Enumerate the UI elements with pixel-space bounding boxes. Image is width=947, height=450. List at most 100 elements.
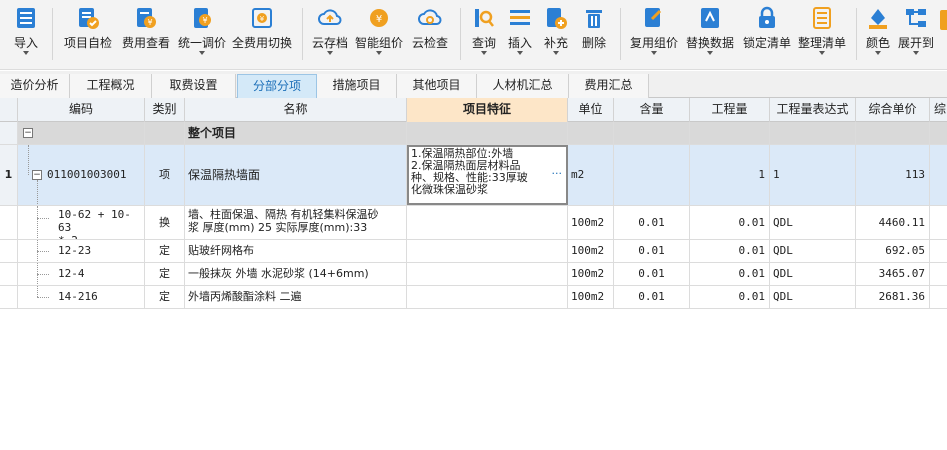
more-toolbar-icon[interactable] (940, 4, 947, 66)
item-expression: 1 (770, 145, 856, 205)
sub-type: 定 (145, 240, 185, 262)
tab-other-items[interactable]: 其他项目 (397, 74, 477, 98)
fee-view-button[interactable]: ¥ 费用查看 (118, 4, 174, 66)
sub-name: 一般抹灰 外墙 水泥砂浆 (14+6mm) (185, 263, 407, 285)
smart-price-label: 智能组价 (354, 36, 403, 50)
color-button[interactable]: 颜色 (860, 4, 896, 66)
item-feature-editor[interactable]: 1.保温隔热部位:外墙 2.保温隔热面层材料品 种、规格、性能:33厚玻 化微珠… (407, 145, 568, 205)
table-row[interactable]: 12-23 定 贴玻纤网格布 100m2 0.01 0.01 QDL 692.0… (0, 240, 947, 263)
unified-adjust-button[interactable]: ¥ 统一调价 (176, 4, 228, 66)
header-expression[interactable]: 工程量表达式 (770, 98, 856, 122)
sub-price: 4460.11 (856, 206, 930, 239)
header-content[interactable]: 含量 (614, 98, 690, 122)
fee-view-label: 费用查看 (121, 36, 170, 50)
header-unit[interactable]: 单位 (568, 98, 614, 122)
item-code: 011001003001 (47, 168, 127, 181)
import-icon (17, 8, 35, 28)
header-name[interactable]: 名称 (185, 98, 407, 122)
sub-price: 2681.36 (856, 286, 930, 308)
chevron-down-icon (913, 51, 919, 55)
chevron-down-icon (553, 51, 559, 55)
cloud-save-button[interactable]: 云存档 (308, 4, 352, 66)
cloud-check-button[interactable]: 云检查 (408, 4, 452, 66)
arrange-button[interactable]: 整理清单 (794, 4, 850, 66)
bill-grid: 编码 类别 名称 项目特征 单位 含量 工程量 工程量表达式 综合单价 综 − … (0, 98, 947, 450)
header-more[interactable]: 综 (930, 98, 947, 122)
tab-sub-items[interactable]: 分部分项 (237, 74, 317, 98)
sub-content: 0.01 (614, 286, 690, 308)
cloud-check-icon (418, 9, 442, 25)
sub-name: 外墙丙烯酸酯涂料 二遍 (185, 286, 407, 308)
sub-type: 定 (145, 286, 185, 308)
smart-price-button[interactable]: ¥ 智能组价 (352, 4, 406, 66)
chevron-down-icon (875, 51, 881, 55)
replace-button[interactable]: 替换数据 (682, 4, 738, 66)
table-row[interactable]: 10-62 + 10-63 * 2 换 墙、柱面保温、隔热 有机轻集料保温砂 浆… (0, 206, 947, 240)
sub-expression: QDL (770, 286, 856, 308)
tab-fee-settings[interactable]: 取费设置 (152, 74, 236, 98)
sub-code: 12-4 (58, 267, 85, 280)
reuse-icon (645, 8, 662, 27)
sub-quantity: 0.01 (690, 286, 770, 308)
expand-button[interactable]: 展开到 (896, 4, 936, 66)
chevron-down-icon (517, 51, 523, 55)
tab-project-overview[interactable]: 工程概况 (70, 74, 152, 98)
header-feature[interactable]: 项目特征 (407, 98, 568, 122)
unified-adjust-label: 统一调价 (177, 36, 226, 50)
table-row[interactable]: 12-4 定 一般抹灰 外墙 水泥砂浆 (14+6mm) 100m2 0.01 … (0, 263, 947, 286)
lock-button[interactable]: 锁定清单 (740, 4, 794, 66)
item-unit: m2 (568, 145, 614, 205)
header-index (0, 98, 18, 122)
query-label: 查询 (471, 36, 496, 50)
cloud-save-label: 云存档 (311, 36, 348, 50)
table-row[interactable]: 1 − 011001003001 项 保温隔热墙面 1.保温隔热部位:外墙 2.… (0, 145, 947, 206)
tab-measures[interactable]: 措施项目 (317, 74, 397, 98)
item-price: 113 (856, 145, 930, 205)
tab-fee-summary[interactable]: 费用汇总 (569, 74, 649, 98)
sub-content: 0.01 (614, 206, 690, 239)
sub-quantity: 0.01 (690, 240, 770, 262)
collapse-icon[interactable]: − (32, 170, 42, 180)
table-row[interactable]: 14-216 定 外墙丙烯酸酯涂料 二遍 100m2 0.01 0.01 QDL… (0, 286, 947, 309)
insert-button[interactable]: 插入 (502, 4, 538, 66)
tab-labor-material-summary[interactable]: 人材机汇总 (477, 74, 569, 98)
fee-view-icon: ¥ (137, 8, 156, 28)
chevron-down-icon (481, 51, 487, 55)
chevron-down-icon (707, 51, 713, 55)
chevron-down-icon (199, 51, 205, 55)
supplement-button[interactable]: 补充 (538, 4, 574, 66)
lock-icon (759, 6, 775, 28)
svg-text:¥: ¥ (147, 18, 152, 27)
header-quantity[interactable]: 工程量 (690, 98, 770, 122)
reuse-button[interactable]: 复用组价 (626, 4, 682, 66)
tab-cost-analysis[interactable]: 造价分析 (0, 74, 70, 98)
sub-price: 3465.07 (856, 263, 930, 285)
project-check-label: 项目自检 (63, 36, 112, 50)
svg-text:¥: ¥ (376, 14, 382, 25)
import-button[interactable]: 导入 (6, 4, 46, 66)
header-code[interactable]: 编码 (18, 98, 145, 122)
chevron-down-icon (376, 51, 382, 55)
header-unit-price[interactable]: 综合单价 (856, 98, 930, 122)
sub-content: 0.01 (614, 240, 690, 262)
replace-label: 替换数据 (685, 36, 734, 50)
chevron-down-icon (819, 51, 825, 55)
expand-label: 展开到 (897, 36, 934, 50)
collapse-icon[interactable]: − (23, 128, 33, 138)
reuse-label: 复用组价 (629, 36, 678, 50)
ellipsis-button[interactable]: ··· (552, 167, 563, 180)
delete-button[interactable]: 删除 (576, 4, 612, 66)
group-row[interactable]: − 整个项目 (0, 122, 947, 145)
row-index: 1 (0, 145, 18, 205)
smart-price-icon: ¥ (370, 9, 388, 27)
supplement-label: 补充 (543, 36, 568, 50)
lock-label: 锁定清单 (742, 36, 791, 50)
query-button[interactable]: 查询 (466, 4, 502, 66)
switch-fee-button[interactable]: ¥ 全费用切换 (230, 4, 294, 66)
tab-bar: 造价分析 工程概况 取费设置 分部分项 措施项目 其他项目 人材机汇总 费用汇总 (0, 71, 947, 98)
sub-unit: 100m2 (568, 263, 614, 285)
header-type[interactable]: 类别 (145, 98, 185, 122)
sub-unit: 100m2 (568, 206, 614, 239)
project-check-button[interactable]: 项目自检 (60, 4, 116, 66)
ribbon-toolbar: 导入 项目自检 ¥ 费用查看 ¥ 统一调价 ¥ 全费用切换 云存档 ¥ 智能组价… (0, 0, 947, 70)
